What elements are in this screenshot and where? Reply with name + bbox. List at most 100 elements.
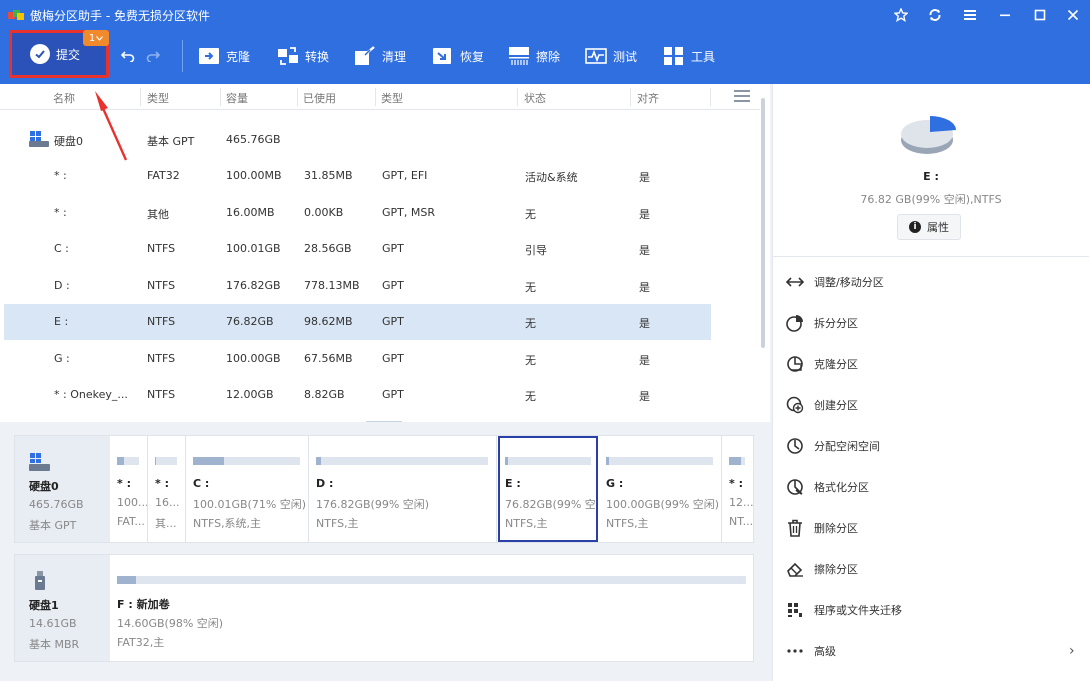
row-type: GPT — [382, 315, 404, 328]
action-format[interactable]: 格式化分区 — [773, 469, 1089, 505]
column-fs[interactable]: 类型 — [147, 90, 169, 106]
column-align[interactable]: 对齐 — [637, 90, 659, 106]
tools-button[interactable]: 工具 — [663, 42, 715, 70]
row-fs: NTFS — [147, 279, 176, 292]
usage-bar — [155, 457, 177, 465]
partition-fs: NTFS,主 — [505, 517, 548, 530]
table-row[interactable]: D : NTFS 176.82GB 778.13MB GPT 无 是 — [4, 268, 711, 304]
partition-fs: NTFS,主 — [316, 517, 359, 530]
partition-block[interactable]: C : 100.01GB(71% 空闲) NTFS,系统,主 — [186, 436, 309, 542]
action-clone-partition[interactable]: 克隆分区 — [773, 346, 1089, 382]
column-status[interactable]: 状态 — [524, 90, 546, 106]
table-row[interactable]: * : Onekey_... NTFS 12.00GB 8.82GB GPT 无… — [4, 377, 711, 413]
restore-label: 恢复 — [460, 49, 485, 64]
usage-fill — [316, 457, 322, 465]
action-split[interactable]: 拆分分区 — [773, 305, 1089, 341]
clean-button[interactable]: 清理 — [354, 42, 406, 70]
disk1-type: 基本 MBR — [29, 638, 80, 651]
table-row[interactable]: * : 其他 16.00MB 0.00KB GPT, MSR 无 是 — [4, 195, 711, 231]
row-status: 无 — [525, 390, 536, 403]
more-icon — [785, 641, 805, 661]
test-button[interactable]: 测试 — [585, 42, 637, 70]
table-row[interactable]: G : NTFS 100.00GB 67.56MB GPT 无 是 — [4, 341, 711, 377]
usage-bar — [606, 457, 713, 465]
action-advanced[interactable]: 高级 › — [773, 633, 1089, 669]
row-capacity: 16.00MB — [226, 206, 275, 219]
row-used: 31.85MB — [304, 169, 353, 182]
action-app-migrate[interactable]: 程序或文件夹迁移 — [773, 592, 1089, 628]
convert-icon — [277, 45, 299, 67]
row-fs: NTFS — [147, 352, 176, 365]
toolbar: 提交 1 克隆 转换 清理 恢复 擦除 测试 工具 — [0, 30, 1090, 84]
allocate-space-icon — [785, 436, 805, 456]
properties-button[interactable]: i 属性 — [897, 214, 961, 240]
annotation-arrow-icon — [95, 91, 128, 161]
disk-icon — [29, 453, 50, 471]
partition-block[interactable]: F : 新加卷 14.60GB(98% 空闲) FAT32,主 — [110, 555, 753, 661]
skin-icon[interactable] — [889, 4, 913, 26]
commit-label: 提交 — [56, 47, 81, 62]
disk0-info[interactable]: 硬盘0 465.76GB 基本 GPT — [15, 436, 110, 542]
divider — [773, 256, 1089, 257]
split-partition-icon — [785, 313, 805, 333]
pending-operations-badge[interactable]: 1 — [83, 30, 109, 46]
action-allocate-space[interactable]: 分配空闲空间 — [773, 428, 1089, 464]
column-capacity[interactable]: 容量 — [226, 90, 248, 106]
partition-label: D : — [316, 477, 334, 490]
column-settings-icon[interactable] — [734, 90, 750, 102]
maximize-icon[interactable] — [1028, 4, 1052, 26]
clone-button[interactable]: 克隆 — [198, 42, 250, 70]
row-name: G : — [54, 352, 70, 365]
usage-bar — [316, 457, 488, 465]
restore-button[interactable]: 恢复 — [432, 42, 484, 70]
column-divider — [710, 88, 711, 106]
row-status: 引导 — [525, 244, 547, 257]
row-align: 是 — [639, 171, 650, 184]
app-logo-icon — [8, 10, 24, 20]
table-scrollbar[interactable] — [761, 98, 765, 348]
partition-size: 176.82GB(99% 空闲) — [316, 498, 430, 511]
partition-block[interactable]: * : 16... 其... — [148, 436, 186, 542]
row-status: 无 — [525, 354, 536, 367]
row-used: 28.56GB — [304, 242, 352, 255]
action-label: 程序或文件夹迁移 — [814, 604, 902, 617]
table-row-selected[interactable]: E : NTFS 76.82GB 98.62MB GPT 无 是 — [4, 304, 711, 340]
partition-block-selected[interactable]: E : 76.82GB(99% 空闲) NTFS,主 — [498, 436, 598, 542]
row-name: C : — [54, 242, 69, 255]
partition-label: E : — [505, 477, 521, 490]
partition-block[interactable]: * : 12... NT... — [722, 436, 754, 542]
disk1-info[interactable]: 硬盘1 14.61GB 基本 MBR — [15, 555, 110, 661]
action-create[interactable]: 创建分区 — [773, 387, 1089, 423]
column-type[interactable]: 类型 — [381, 90, 403, 106]
action-wipe[interactable]: 擦除分区 — [773, 551, 1089, 587]
delete-partition-icon — [785, 518, 805, 538]
action-label: 高级 — [814, 645, 836, 658]
update-icon[interactable] — [923, 4, 947, 26]
minimize-icon[interactable] — [993, 4, 1017, 26]
column-used[interactable]: 已使用 — [303, 90, 336, 106]
clone-partition-icon — [785, 354, 805, 374]
action-delete[interactable]: 删除分区 — [773, 510, 1089, 546]
row-capacity: 100.01GB — [226, 242, 281, 255]
top-bar: 傲梅分区助手 - 免费无损分区软件 提交 1 克隆 转换 清理 恢复 擦除 测试… — [0, 0, 1090, 84]
convert-button[interactable]: 转换 — [277, 42, 329, 70]
close-icon[interactable] — [1061, 4, 1085, 26]
wipe-label: 擦除 — [536, 49, 561, 64]
partition-block[interactable]: G : 100.00GB(99% 空闲) NTFS,主 — [599, 436, 722, 542]
column-name[interactable]: 名称 — [53, 90, 75, 106]
undo-icon[interactable] — [120, 48, 136, 64]
row-align: 是 — [639, 244, 650, 257]
usage-bar — [505, 457, 591, 465]
disk-capacity: 465.76GB — [226, 133, 281, 146]
table-row[interactable]: C : NTFS 100.01GB 28.56GB GPT 引导 是 — [4, 231, 711, 267]
partition-block[interactable]: D : 176.82GB(99% 空闲) NTFS,主 — [309, 436, 497, 542]
clean-label: 清理 — [382, 49, 407, 64]
partition-size: 100.01GB(71% 空闲) — [193, 498, 307, 511]
partition-block[interactable]: * : 100... FAT... — [110, 436, 148, 542]
menu-icon[interactable] — [958, 4, 982, 26]
action-resize-move[interactable]: 调整/移动分区 — [773, 264, 1089, 300]
redo-icon[interactable] — [145, 48, 161, 64]
disk-icon — [29, 131, 49, 147]
wipe-button[interactable]: 擦除 — [508, 42, 560, 70]
tools-icon — [663, 45, 685, 67]
